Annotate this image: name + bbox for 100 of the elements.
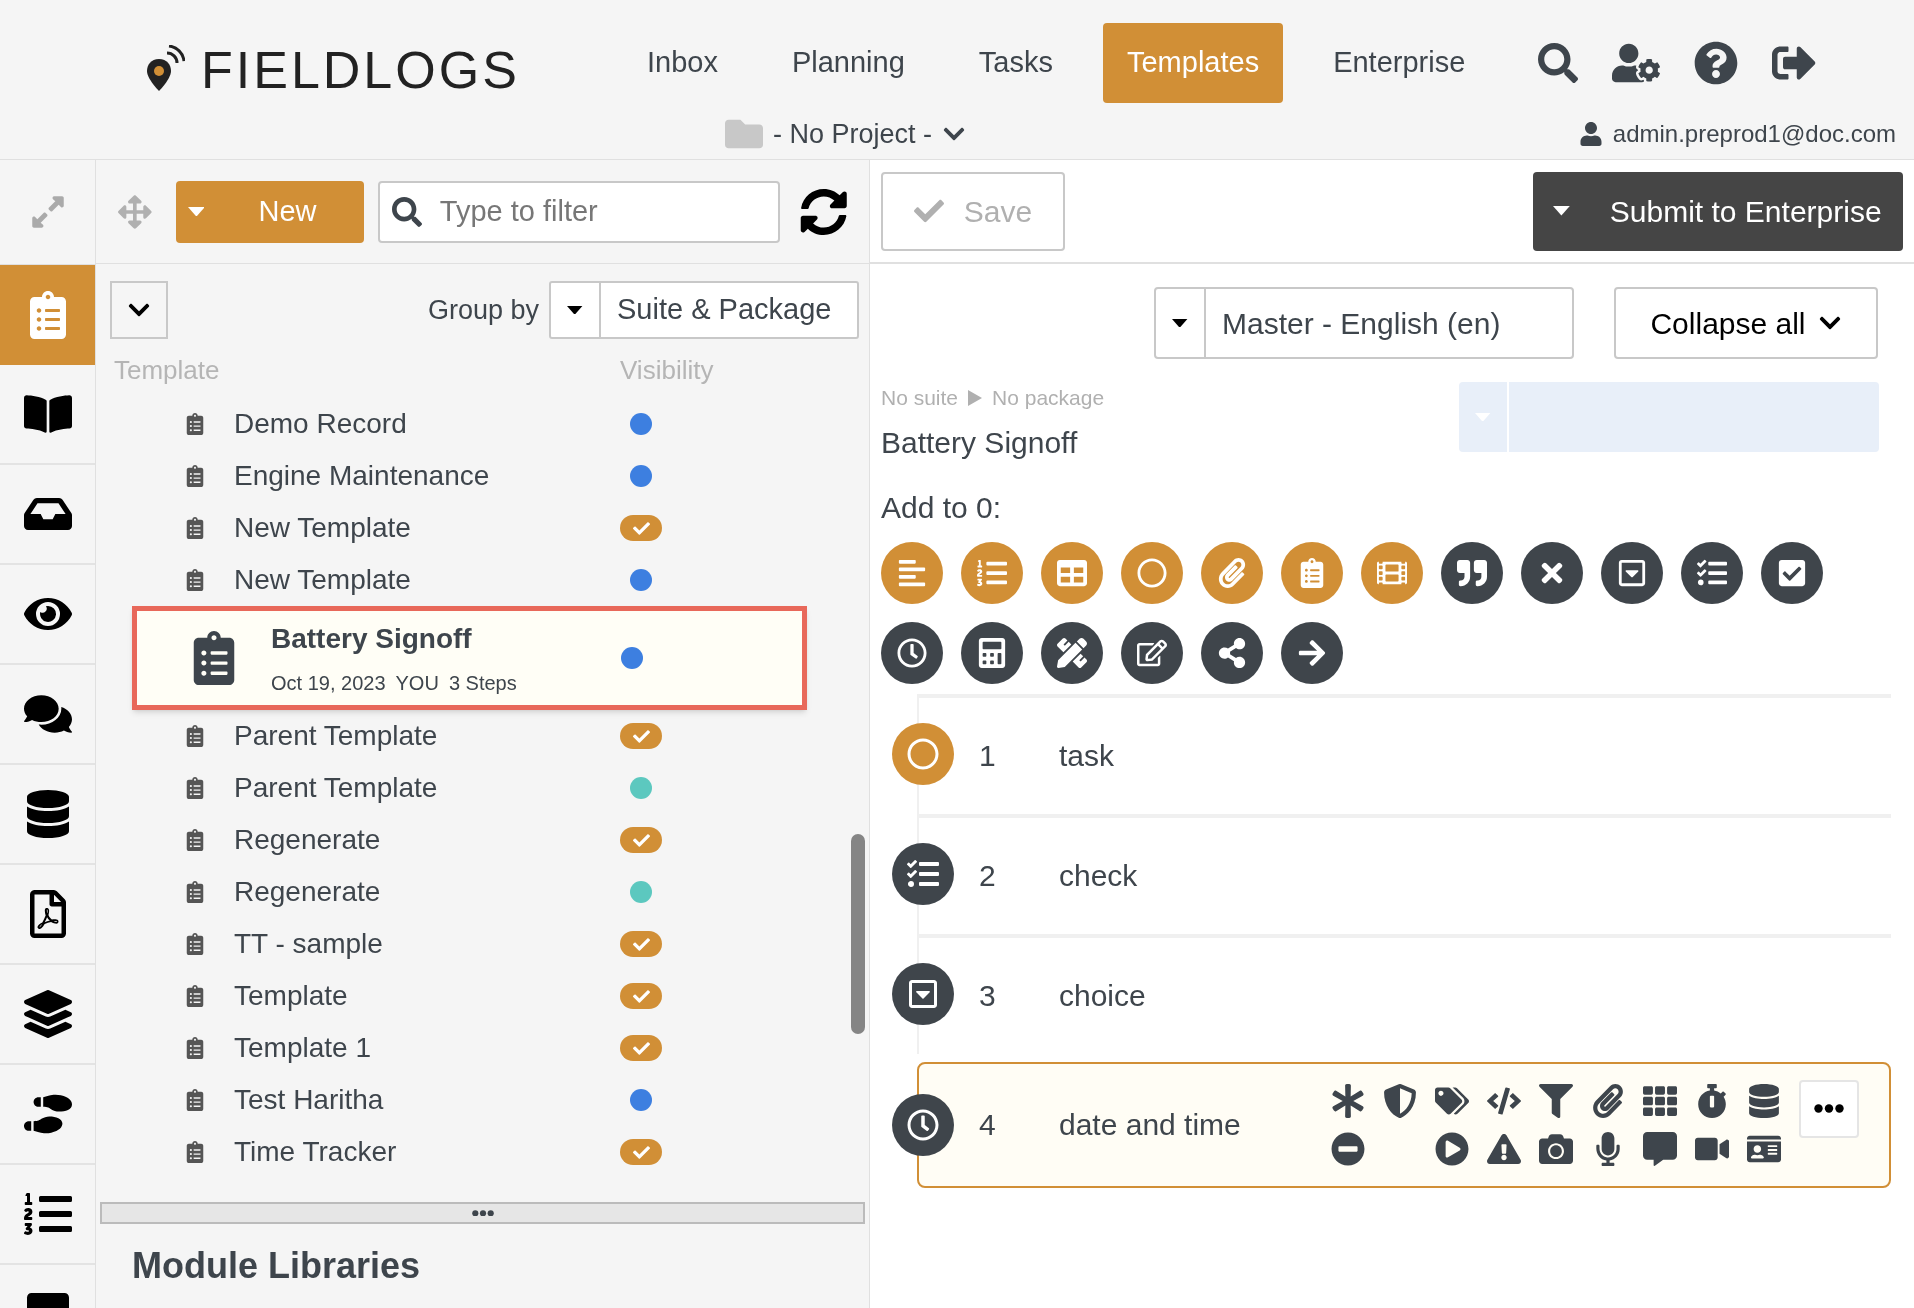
clipboard-icon xyxy=(184,881,206,903)
arrow-right-icon xyxy=(1297,637,1327,668)
template-row[interactable]: New Template xyxy=(96,502,847,554)
template-row[interactable]: TT - sample xyxy=(96,918,847,970)
collapse-all-button[interactable]: Collapse all xyxy=(1614,287,1878,359)
clipboard-icon xyxy=(184,517,206,539)
column-header: Visibility xyxy=(620,353,714,387)
stopwatch-icon[interactable] xyxy=(1695,1083,1729,1118)
numbered-list-icon xyxy=(23,1190,72,1238)
template-name: Battery Signoff xyxy=(271,622,473,656)
caret-down-icon xyxy=(1553,206,1570,216)
filter-icon[interactable] xyxy=(1539,1083,1573,1118)
template-author: YOU xyxy=(395,671,439,696)
submit-button[interactable]: Submit to Enterprise xyxy=(1533,171,1903,251)
comment-icon[interactable] xyxy=(1643,1131,1677,1166)
section-title: Module Libraries xyxy=(132,1244,421,1288)
edit-icon xyxy=(1137,637,1167,668)
numbered-list-icon xyxy=(977,557,1007,588)
clipboard-icon xyxy=(184,985,206,1007)
logo-text: FIELDLOGS xyxy=(201,43,520,96)
nav-tab[interactable]: Planning xyxy=(767,22,929,103)
template-row[interactable]: Test Haritha xyxy=(96,1074,847,1126)
help-icon[interactable] xyxy=(1694,40,1739,85)
template-row[interactable]: New Template xyxy=(96,554,847,606)
caret-down-icon xyxy=(1172,318,1188,328)
clipboard-icon xyxy=(184,413,206,435)
clipboard-icon xyxy=(184,1089,206,1111)
clipboard-icon xyxy=(184,829,206,851)
calculator-icon xyxy=(977,637,1007,668)
splitter-handle[interactable] xyxy=(100,1202,865,1224)
template-steps: 3 Steps xyxy=(448,668,517,698)
clipboard-icon xyxy=(184,1037,206,1059)
nav-tab[interactable]: Inbox xyxy=(623,22,742,103)
text-icon xyxy=(897,557,927,588)
shield-icon[interactable] xyxy=(1383,1083,1417,1118)
project-selector[interactable]: - No Project - xyxy=(725,113,967,155)
table-icon xyxy=(1057,557,1087,588)
column-header: Template xyxy=(114,353,221,387)
template-row[interactable]: Regenerate xyxy=(96,814,847,866)
clipboard-icon xyxy=(184,725,206,747)
template-row[interactable]: Engine Maintenance xyxy=(96,450,847,502)
clock-icon xyxy=(907,1108,939,1141)
template-row[interactable]: Template 1 xyxy=(96,1022,847,1074)
step-number: 1 xyxy=(979,738,997,774)
asterisk-icon[interactable] xyxy=(1331,1083,1365,1118)
grid-icon[interactable] xyxy=(1643,1083,1677,1118)
clipboard-icon xyxy=(184,933,206,955)
dots-icon xyxy=(1814,1104,1844,1113)
database-icon[interactable] xyxy=(1747,1083,1781,1118)
user-icon xyxy=(1578,122,1603,147)
template-row[interactable]: Parent Template xyxy=(96,710,847,762)
template-title: Battery Signoff xyxy=(881,424,1079,461)
step-card[interactable]: 4 date and time xyxy=(917,1061,1891,1188)
dots-icon xyxy=(471,1209,494,1217)
camera-icon[interactable] xyxy=(1539,1131,1573,1166)
clipboard-icon xyxy=(184,1141,206,1163)
template-row[interactable]: Regenerate xyxy=(96,866,847,918)
branch-icon xyxy=(1217,637,1247,668)
template-card[interactable]: Battery Signoff Oct 19, 2023 YOU 3 Steps xyxy=(132,606,807,710)
group-by-select[interactable]: Suite & Package xyxy=(549,281,859,339)
step-number: 3 xyxy=(979,978,997,1014)
warning-icon[interactable] xyxy=(1487,1131,1521,1166)
group-by-label: Group by xyxy=(427,293,539,327)
add-label: Add to 0: xyxy=(880,489,1003,526)
dropdown-icon xyxy=(907,977,939,1010)
paperclip-icon xyxy=(1217,557,1247,588)
language-select[interactable]: Master - English (en) xyxy=(1154,287,1574,359)
clock-icon xyxy=(897,637,927,668)
refresh-icon[interactable] xyxy=(799,187,847,236)
step-label: check xyxy=(1059,858,1138,894)
step-number: 2 xyxy=(979,858,997,894)
caret-down-icon xyxy=(187,206,205,217)
clipboard-icon xyxy=(184,569,206,591)
quote-icon xyxy=(1457,557,1487,588)
template-date: Oct 19, 2023 xyxy=(271,671,386,696)
scrollbar-thumb[interactable] xyxy=(851,834,865,1034)
template-row[interactable]: Parent Template xyxy=(96,762,847,814)
clipboard-icon xyxy=(184,465,206,487)
step-number: 4 xyxy=(979,1107,997,1143)
more-button[interactable] xyxy=(1799,1079,1859,1138)
nav-tab[interactable]: Tasks xyxy=(954,22,1077,103)
collapse-button[interactable] xyxy=(110,281,168,339)
triangle-right-icon xyxy=(968,389,983,406)
step-label: choice xyxy=(1059,978,1146,1014)
search-icon xyxy=(391,196,422,227)
checkbox-icon xyxy=(1777,557,1807,588)
caret-down-icon xyxy=(567,305,583,315)
paperclip-icon[interactable] xyxy=(1591,1083,1625,1118)
pencil-ruler-icon xyxy=(1057,637,1087,668)
checklist-icon xyxy=(907,857,939,890)
template-row[interactable]: Time Tracker xyxy=(96,1126,847,1178)
nav-tab[interactable]: Enterprise xyxy=(1309,22,1490,103)
step-label: task xyxy=(1059,738,1115,774)
filter-field[interactable]: Type to filter xyxy=(377,180,780,243)
search-icon[interactable] xyxy=(1538,42,1579,83)
clipboard-icon xyxy=(184,777,206,799)
layers-icon xyxy=(23,990,72,1038)
template-row[interactable]: Template xyxy=(96,970,847,1022)
template-row[interactable]: Demo Record xyxy=(96,398,847,450)
user-email: admin.preprod1@doc.com xyxy=(1612,119,1896,150)
